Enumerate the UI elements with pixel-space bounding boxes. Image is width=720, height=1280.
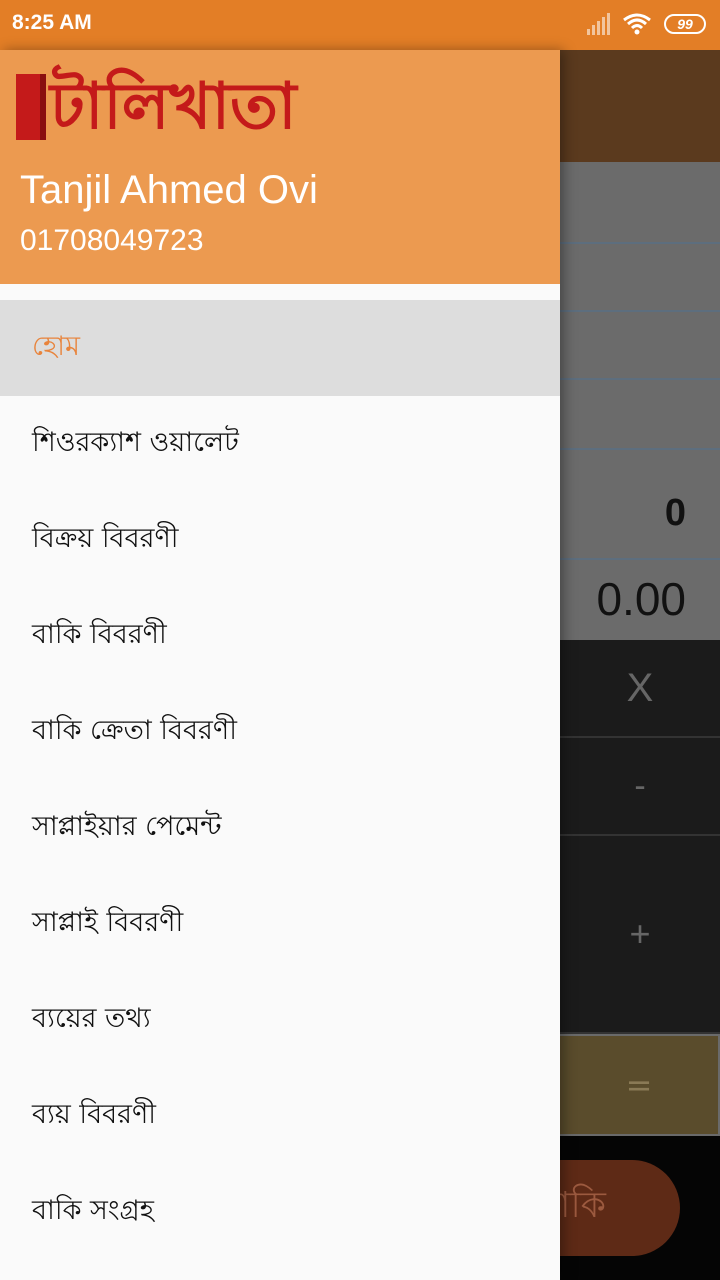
menu-item-home[interactable]: হোম — [0, 300, 560, 396]
count-value: 0 — [664, 492, 686, 534]
menu-item-expense-report[interactable]: ব্যয় বিবরণী — [0, 1068, 560, 1164]
amount-value: 0.00 — [596, 573, 686, 625]
navigation-drawer: টালিখাতা Tanjil Ahmed Ovi 01708049723 হো… — [0, 50, 560, 1280]
book-icon — [16, 74, 46, 140]
menu-item-due-collection[interactable]: বাকি সংগ্রহ — [0, 1164, 560, 1260]
minus-key[interactable]: - — [560, 738, 720, 836]
menu-item-sales-report[interactable]: বিক্রয় বিবরণী — [0, 492, 560, 588]
menu-item-due-customer-report[interactable]: বাকি ক্রেতা বিবরণী — [0, 684, 560, 780]
menu-item-surecash-wallet[interactable]: শিওরক্যাশ ওয়ালেট — [0, 396, 560, 492]
wifi-icon — [623, 13, 651, 35]
menu-item-expense-info[interactable]: ব্যয়ের তথ্য — [0, 972, 560, 1068]
drawer-header: টালিখাতা Tanjil Ahmed Ovi 01708049723 — [0, 50, 560, 284]
menu-item-supply-report[interactable]: সাপ্লাই বিবরণী — [0, 876, 560, 972]
app-logo: টালিখাতা — [16, 72, 297, 142]
drawer-menu: হোম শিওরক্যাশ ওয়ালেট বিক্রয় বিবরণী বাক… — [0, 300, 560, 1260]
multiply-key[interactable]: X — [560, 640, 720, 738]
status-icons: 99 — [587, 12, 706, 36]
status-time: 8:25 AM — [12, 11, 92, 34]
equals-key[interactable]: = — [560, 1036, 718, 1134]
plus-key[interactable]: + — [560, 836, 720, 1034]
menu-item-supplier-payment[interactable]: সাপ্লাইয়ার পেমেন্ট — [0, 780, 560, 876]
menu-item-due-report[interactable]: বাকি বিবরণী — [0, 588, 560, 684]
battery-icon: 99 — [664, 14, 706, 34]
user-name: Tanjil Ahmed Ovi — [20, 168, 318, 212]
user-phone: 01708049723 — [20, 224, 204, 257]
battery-level: 99 — [677, 16, 693, 32]
signal-icon — [587, 13, 610, 35]
logo-text: টালিখাতা — [50, 70, 297, 144]
status-bar: 8:25 AM 99 — [0, 0, 720, 50]
